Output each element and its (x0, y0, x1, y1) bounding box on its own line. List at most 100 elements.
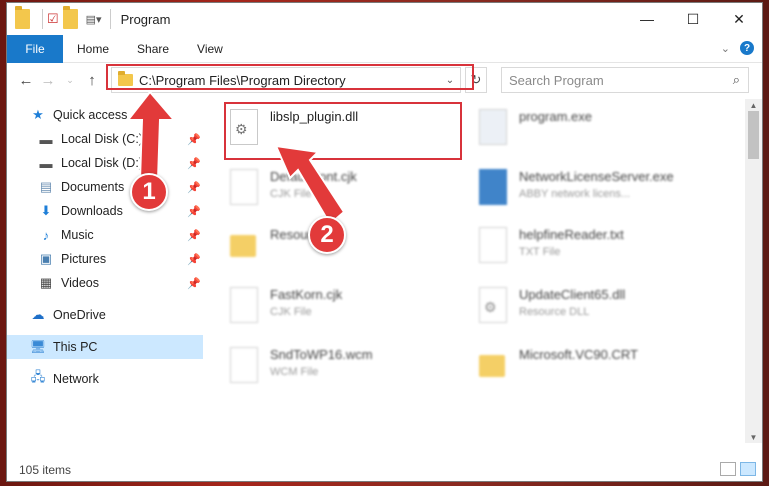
back-button[interactable]: ← (15, 68, 37, 92)
file-name: DefaultFont.cjk (270, 169, 357, 184)
drive-icon: ▬ (39, 155, 53, 171)
exe-file-icon (479, 109, 507, 145)
sidebar-item-label: OneDrive (53, 308, 106, 322)
pin-icon[interactable]: 📌 (187, 133, 201, 146)
network-icon: 🖧 (30, 369, 46, 384)
sidebar-item-local-disk-d[interactable]: ▬ Local Disk (D:) 📌 (7, 151, 203, 175)
file-item[interactable]: FastKorn.cjk CJK File (230, 287, 342, 323)
file-name: NetworkLicenseServer.exe (519, 169, 674, 184)
customize-toolbar-icon[interactable]: ▤▾ (86, 9, 102, 29)
file-name: program.exe (519, 109, 592, 124)
details-view-button[interactable] (720, 462, 736, 476)
file-item[interactable]: program.exe (479, 109, 592, 145)
quick-access-toolbar: ☑ ▤▾ (7, 6, 115, 29)
scroll-up-icon[interactable]: ▲ (745, 99, 762, 111)
sidebar-item-onedrive[interactable]: ☁ OneDrive (7, 303, 203, 327)
tab-file[interactable]: File (7, 34, 63, 63)
close-button[interactable]: ✕ (716, 3, 762, 35)
download-icon: ⬇ (40, 203, 52, 218)
status-bar: 105 items (7, 459, 762, 481)
folder-icon (230, 235, 256, 257)
folder-icon (15, 6, 34, 29)
sidebar-item-music[interactable]: ♪ Music 📌 (7, 223, 203, 247)
new-folder-icon[interactable] (62, 6, 82, 29)
sidebar-item-pictures[interactable]: ▣ Pictures 📌 (7, 247, 203, 271)
scroll-down-icon[interactable]: ▼ (745, 431, 762, 443)
scrollbar-thumb[interactable] (748, 111, 759, 159)
expand-ribbon-icon[interactable]: ⌄ (721, 42, 730, 55)
sidebar-item-quick-access[interactable]: ★ Quick access (7, 103, 203, 127)
text-file-icon (479, 227, 507, 263)
help-icon[interactable]: ? (740, 41, 754, 55)
explorer-window: ☑ ▤▾ Program — ☐ ✕ File Home Share View … (6, 2, 763, 482)
tab-home[interactable]: Home (63, 35, 123, 63)
file-type: WCM File (270, 366, 319, 378)
sidebar-item-local-disk-c[interactable]: ▬ Local Disk (C:) 📌 (7, 127, 203, 151)
music-icon: ♪ (42, 227, 50, 243)
search-icon: ⌕ (732, 72, 740, 87)
file-list: libslp_plugin.dll DefaultFont.cjk CJK Fi… (203, 99, 762, 443)
sidebar-item-label: Documents (61, 180, 125, 194)
file-item[interactable]: libslp_plugin.dll (230, 109, 358, 145)
file-name: SndToWP16.wcm (270, 347, 373, 362)
vertical-scrollbar[interactable]: ▲ ▼ (745, 99, 762, 443)
star-icon: ★ (32, 107, 44, 122)
file-icon (230, 287, 258, 323)
sidebar-item-label: Music (61, 228, 94, 242)
sidebar-item-downloads[interactable]: ⬇ Downloads 📌 (7, 199, 203, 223)
file-name: UpdateClient65.dll (519, 287, 626, 302)
tab-view[interactable]: View (183, 35, 237, 63)
dll-file-icon (230, 109, 258, 145)
dll-file-icon (479, 287, 507, 323)
step-2-badge: 2 (308, 216, 346, 254)
pin-icon[interactable]: 📌 (187, 205, 201, 218)
exe-file-icon (479, 169, 507, 205)
maximize-button[interactable]: ☐ (670, 3, 716, 35)
address-path: C:\Program Files\Program Directory (139, 72, 346, 88)
file-item[interactable]: DefaultFont.cjk CJK File (230, 169, 357, 205)
properties-icon[interactable]: ☑ (47, 9, 59, 29)
file-name: libslp_plugin.dll (270, 109, 359, 124)
sidebar-item-label: Local Disk (D:) (61, 156, 143, 170)
sidebar-item-label: Pictures (61, 252, 107, 266)
title-bar: ☑ ▤▾ Program — ☐ ✕ (7, 3, 762, 35)
pin-icon[interactable]: 📌 (187, 253, 201, 266)
sidebar-item-label: This PC (53, 340, 98, 354)
chevron-down-icon[interactable]: ⌄ (440, 68, 460, 92)
file-item[interactable]: NetworkLicenseServer.exe ABBY network li… (479, 169, 674, 205)
sidebar-item-network[interactable]: 🖧 Network (7, 367, 203, 391)
sidebar-item-this-pc[interactable]: 🖥 This PC (7, 335, 203, 359)
file-icon (230, 169, 258, 205)
file-item[interactable]: Microsoft.VC90.CRT (479, 347, 638, 377)
sidebar-item-documents[interactable]: ▤ Documents 📌 (7, 175, 203, 199)
window-title: Program (120, 11, 171, 27)
folder-icon (118, 71, 133, 86)
videos-icon: ▦ (39, 275, 53, 290)
window-controls: — ☐ ✕ (624, 3, 762, 35)
tab-share[interactable]: Share (123, 35, 183, 63)
sidebar-item-label: Videos (61, 276, 99, 290)
file-item[interactable]: helpfineReader.txt TXT File (479, 227, 624, 263)
file-type: CJK File (270, 188, 312, 200)
up-button[interactable]: ↑ (81, 68, 103, 92)
file-type: Resource DLL (519, 306, 590, 318)
file-name: helpfineReader.txt (519, 227, 624, 242)
large-icons-view-button[interactable] (740, 462, 756, 476)
file-item[interactable]: SndToWP16.wcm WCM File (230, 347, 373, 383)
pin-icon[interactable]: 📌 (187, 157, 201, 170)
minimize-button[interactable]: — (624, 3, 670, 35)
sidebar-item-label: Network (53, 372, 99, 386)
pin-icon[interactable]: 📌 (187, 181, 201, 194)
recent-locations-button[interactable]: ⌄ (59, 68, 81, 92)
pin-icon[interactable]: 📌 (187, 229, 201, 242)
search-placeholder: Search Program (509, 72, 604, 88)
sidebar-item-videos[interactable]: ▦ Videos 📌 (7, 271, 203, 295)
address-bar[interactable]: C:\Program Files\Program Directory ⌄ (111, 67, 461, 93)
file-item[interactable]: UpdateClient65.dll Resource DLL (479, 287, 625, 323)
main-body: ★ Quick access ▬ Local Disk (C:) 📌 ▬ Loc… (7, 99, 762, 443)
forward-button[interactable]: → (37, 68, 59, 92)
pin-icon[interactable]: 📌 (187, 277, 201, 290)
search-input[interactable]: Search Program ⌕ (501, 67, 749, 93)
file-type: CJK File (270, 306, 312, 318)
refresh-button[interactable]: ↻ (465, 67, 487, 93)
